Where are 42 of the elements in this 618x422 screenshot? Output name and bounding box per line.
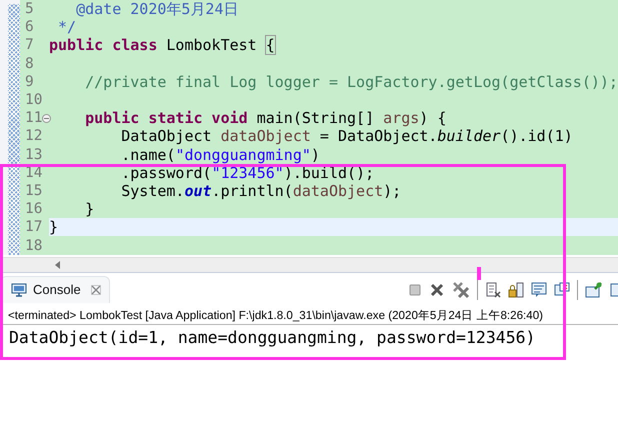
remove-icon[interactable] xyxy=(429,282,445,298)
code-line: } xyxy=(84,200,94,218)
line-number: 5 xyxy=(25,1,34,18)
code-line: */ xyxy=(57,18,76,36)
stop-icon[interactable] xyxy=(408,282,422,297)
line-number: 16 xyxy=(25,201,42,218)
line-number: 8 xyxy=(25,56,34,72)
console-output: DataObject(id=1, name=dongguangming, password=123456) xyxy=(8,326,536,348)
code-line: .password("123456").build(); xyxy=(120,164,374,182)
line-number: 14 xyxy=(25,164,42,181)
line-number: 6 xyxy=(25,19,34,36)
scroll-left-arrow-icon[interactable] xyxy=(55,260,60,269)
code-line: public static void main(String[] args) { xyxy=(84,109,446,128)
line-number: 15 xyxy=(25,182,42,199)
code-line: public class LombokTest { xyxy=(49,36,275,54)
code-line: } xyxy=(49,218,58,236)
collapse-icon[interactable] xyxy=(42,114,51,124)
line-number: 11 xyxy=(25,110,42,126)
console-tab[interactable]: Console xyxy=(0,276,110,303)
line-number: 9 xyxy=(25,74,34,90)
code-line: //private final Log logger = LogFactory.getLog(getClass()); xyxy=(84,72,618,91)
monitor-icon xyxy=(11,282,27,297)
line-number: 13 xyxy=(25,146,42,163)
document-clear-icon[interactable] xyxy=(485,282,501,298)
code-line: System.out.println(dataObject); xyxy=(120,182,402,200)
remove-all-icon[interactable] xyxy=(452,280,470,299)
scroll-lock-icon[interactable] xyxy=(508,282,524,298)
line-number: 12 xyxy=(25,128,42,144)
line-number: 10 xyxy=(25,92,42,108)
line-number: 17 xyxy=(25,219,42,236)
close-icon[interactable] xyxy=(90,284,101,295)
line-number: 7 xyxy=(25,37,34,54)
code-line: @date 2020年5月24日 xyxy=(75,0,238,18)
console-status-text: <terminated> LombokTest [Java Application] F:\jdk1.8.0_31\bin\javaw.exe (2020年5月24日 上午8:26:40) xyxy=(0,302,618,325)
pin-display-icon[interactable] xyxy=(554,282,570,298)
pin-icon[interactable] xyxy=(585,282,603,298)
highlight-mark xyxy=(477,267,481,280)
display-icon[interactable] xyxy=(610,282,618,298)
line-number: 18 xyxy=(25,238,42,254)
word-wrap-icon[interactable] xyxy=(531,282,547,298)
code-line: DataObject dataObject = DataObject.builder().id(1) xyxy=(120,127,573,146)
code-line: .name("dongguangming") xyxy=(120,146,320,164)
